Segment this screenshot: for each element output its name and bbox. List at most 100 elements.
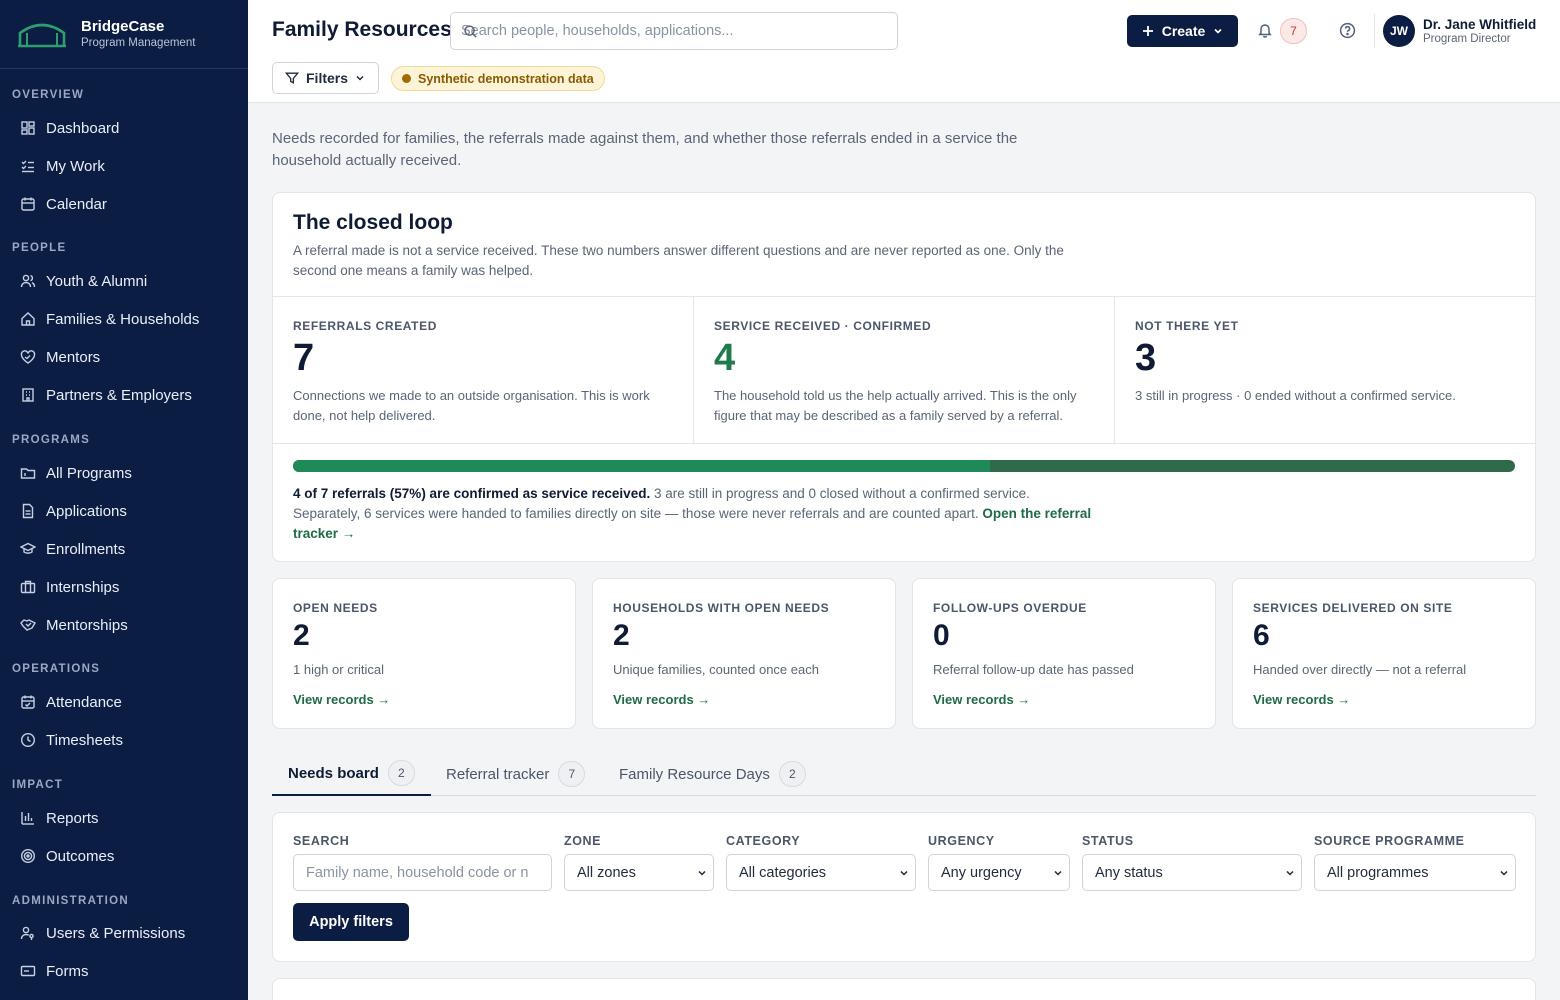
chevron-down-icon [697, 868, 707, 878]
category-select[interactable]: All categories [726, 854, 916, 891]
view-records-link[interactable]: View records → [1253, 692, 1350, 707]
view-records-link[interactable]: View records → [613, 692, 710, 707]
sidebar-item-calendar[interactable]: Calendar [0, 185, 248, 223]
stat-description: 3 still in progress · 0 ended without a … [1135, 388, 1456, 403]
stat-description: Connections we made to an outside organi… [293, 388, 650, 423]
search-filter-label: SEARCH [293, 834, 350, 848]
zone-filter-label: ZONE [564, 834, 602, 848]
chevron-down-icon [1499, 868, 1509, 878]
sidebar-item-mentors[interactable]: Mentors [0, 338, 248, 376]
sidebar-item-forms[interactable]: Forms [0, 952, 248, 990]
sidebar-item-label: Internships [46, 578, 120, 596]
stat-not-there-yet: NOT THERE YET 3 3 still in progress · 0 … [1115, 297, 1535, 443]
status-filter-label: STATUS [1082, 834, 1134, 848]
sidebar-item-applications[interactable]: Applications [0, 492, 248, 530]
sidebar: BridgeCase Program Management OVERVIEW D… [0, 0, 248, 1000]
stat-service-received: SERVICE RECEIVED · CONFIRMED 4 The house… [694, 297, 1115, 443]
sidebar-item-enrollments[interactable]: Enrollments [0, 530, 248, 568]
source-programme-select[interactable]: All programmes [1314, 854, 1516, 891]
filter-icon [285, 71, 299, 85]
stat-referrals-created: REFERRALS CREATED 7 Connections we made … [273, 297, 694, 443]
stat-label: NOT THERE YET [1135, 319, 1239, 333]
user-name[interactable]: Dr. Jane Whitfield [1423, 17, 1536, 32]
create-label: Create [1161, 23, 1206, 39]
graduation-cap-icon [20, 541, 36, 557]
sidebar-item-label: Mentorships [46, 616, 128, 634]
status-dot-icon [402, 74, 411, 83]
sidebar-item-partners-employers[interactable]: Partners & Employers [0, 376, 248, 414]
tab-count-badge: 2 [778, 761, 806, 787]
zone-select-value: All zones [577, 864, 636, 881]
sidebar-item-label: Forms [46, 962, 89, 980]
nav-section-administration: ADMINISTRATION [12, 895, 130, 907]
zone-select[interactable]: All zones [564, 854, 714, 891]
sidebar-item-label: All Programs [46, 464, 132, 482]
sidebar-item-label: Applications [46, 502, 127, 520]
global-search[interactable] [450, 12, 898, 50]
closed-loop-stats: REFERRALS CREATED 7 Connections we made … [273, 296, 1535, 444]
sidebar-item-label: Attendance [46, 693, 122, 711]
create-button[interactable]: Create [1127, 15, 1238, 47]
kpi-label: HOUSEHOLDS WITH OPEN NEEDS [613, 601, 830, 615]
sidebar-item-label: Calendar [46, 195, 107, 213]
tab-needs-board[interactable]: Needs board 2 [272, 752, 431, 796]
sidebar-item-outcomes[interactable]: Outcomes [0, 837, 248, 875]
kpi-description: Unique families, counted once each [613, 662, 819, 677]
tab-count-badge: 7 [558, 761, 586, 787]
notification-count-badge[interactable]: 7 [1280, 18, 1307, 44]
kpi-label: OPEN NEEDS [293, 601, 378, 615]
needs-list-card [272, 978, 1536, 1000]
chevron-down-icon [1285, 868, 1295, 878]
urgency-select-value: Any urgency [941, 864, 1022, 881]
kpi-description: Handed over directly — not a referral [1253, 662, 1467, 677]
search-icon [463, 24, 478, 39]
sidebar-item-attendance[interactable]: Attendance [0, 683, 248, 721]
closed-loop-summary: 4 of 7 referrals (57%) are confirmed as … [293, 484, 1093, 544]
checklist-icon [20, 158, 36, 174]
sidebar-item-label: Users & Permissions [46, 924, 186, 942]
logo-icon [17, 19, 67, 49]
view-records-link[interactable]: View records → [933, 692, 1030, 707]
sidebar-item-youth-alumni[interactable]: Youth & Alumni [0, 262, 248, 300]
view-records-link[interactable]: View records → [293, 692, 390, 707]
sidebar-item-my-work[interactable]: My Work [0, 147, 248, 185]
briefcase-icon [20, 579, 36, 595]
avatar[interactable]: JW [1383, 15, 1415, 47]
sidebar-item-all-programs[interactable]: All Programs [0, 454, 248, 492]
calendar-check-icon [20, 694, 36, 710]
synthetic-data-badge: Synthetic demonstration data [391, 66, 605, 91]
search-filter-field[interactable] [293, 854, 552, 891]
sidebar-item-label: Reports [46, 809, 99, 827]
sidebar-item-timesheets[interactable]: Timesheets [0, 721, 248, 759]
sidebar-item-label: Outcomes [46, 847, 115, 865]
form-icon [20, 963, 36, 979]
stat-label: SERVICE RECEIVED · CONFIRMED [714, 319, 932, 333]
sidebar-item-label: Timesheets [46, 731, 123, 749]
bell-icon[interactable] [1257, 22, 1273, 38]
kpi-description: Referral follow-up date has passed [933, 662, 1134, 677]
sidebar-item-mentorships[interactable]: Mentorships [0, 606, 248, 644]
category-filter-label: CATEGORY [726, 834, 801, 848]
clock-icon [20, 732, 36, 748]
tab-family-resource-days[interactable]: Family Resource Days 2 [619, 752, 806, 796]
summary-highlight: 4 of 7 referrals (57%) are confirmed as … [293, 486, 651, 501]
header-divider [1374, 14, 1375, 48]
tab-referral-tracker[interactable]: Referral tracker 7 [446, 752, 586, 796]
sidebar-item-label: Families & Households [46, 310, 200, 328]
chevron-down-icon [355, 73, 365, 83]
urgency-select[interactable]: Any urgency [928, 854, 1070, 891]
sidebar-item-internships[interactable]: Internships [0, 568, 248, 606]
search-filter-input[interactable] [306, 864, 536, 881]
search-input[interactable] [461, 23, 861, 39]
sidebar-item-users-permissions[interactable]: Users & Permissions [0, 914, 248, 952]
stat-label: REFERRALS CREATED [293, 319, 437, 333]
filters-button[interactable]: Filters [272, 62, 379, 94]
apply-filters-button[interactable]: Apply filters [293, 903, 409, 941]
sidebar-item-families-households[interactable]: Families & Households [0, 300, 248, 338]
sidebar-item-dashboard[interactable]: Dashboard [0, 109, 248, 147]
help-icon[interactable] [1339, 22, 1356, 39]
plus-icon [1142, 25, 1154, 37]
status-select[interactable]: Any status [1082, 854, 1302, 891]
sidebar-item-reports[interactable]: Reports [0, 799, 248, 837]
brand[interactable]: BridgeCase Program Management [0, 0, 248, 69]
